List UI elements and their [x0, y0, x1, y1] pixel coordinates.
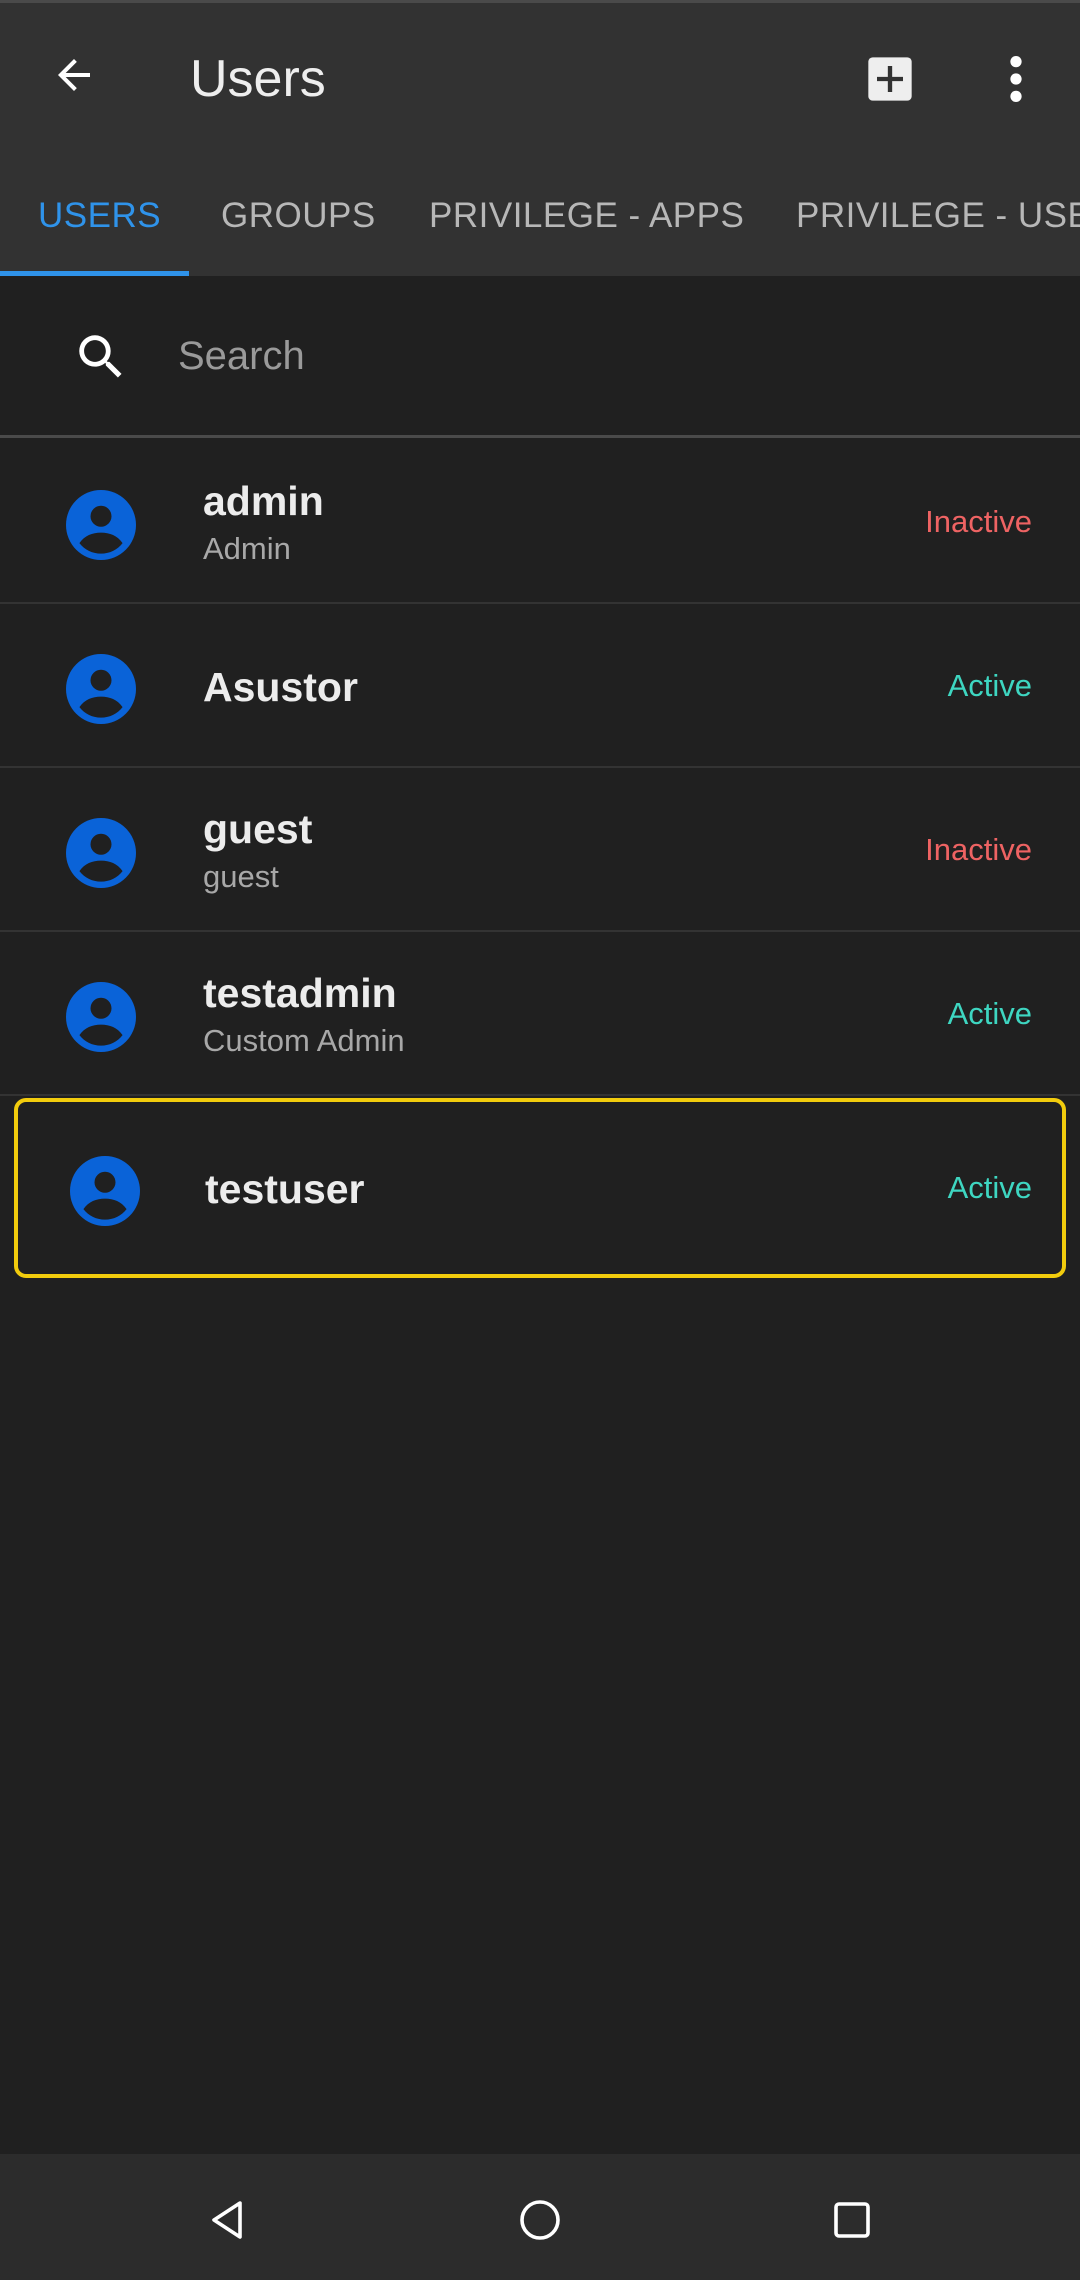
status-badge: Active — [947, 1170, 1032, 1205]
back-button[interactable] — [38, 39, 110, 111]
more-vert-icon — [1010, 56, 1022, 102]
user-name: testadmin — [203, 970, 397, 1016]
add-user-button[interactable] — [854, 43, 926, 115]
list-item[interactable]: guest guest Inactive — [0, 768, 1080, 932]
account-circle-icon — [66, 982, 136, 1052]
user-name: Asustor — [203, 664, 358, 710]
list-item[interactable]: Asustor Active — [0, 604, 1080, 768]
nav-recents-button[interactable] — [812, 2180, 892, 2260]
nav-back-button[interactable] — [188, 2180, 268, 2260]
status-badge: Active — [947, 996, 1032, 1031]
nav-home-button[interactable] — [500, 2180, 580, 2260]
account-circle-icon — [66, 654, 136, 724]
list-item[interactable]: admin Admin Inactive — [0, 440, 1080, 604]
nav-recents-icon — [834, 2202, 870, 2238]
search-input[interactable] — [178, 316, 1038, 396]
page-title: Users — [190, 50, 326, 108]
tab-groups[interactable]: GROUPS — [221, 153, 376, 279]
app-bar: Users USERS GROUPS PRIVILEGE - APPS PRIV… — [0, 0, 1080, 279]
tab-privilege-users[interactable]: PRIVILEGE - USERS — [796, 153, 1080, 279]
user-description: guest — [203, 859, 279, 894]
tab-privilege-apps[interactable]: PRIVILEGE - APPS — [429, 153, 744, 279]
tab-users[interactable]: USERS — [38, 153, 161, 279]
user-name: admin — [203, 478, 324, 524]
status-badge: Active — [947, 668, 1032, 703]
user-name: testuser — [205, 1166, 365, 1212]
search-icon — [79, 335, 122, 378]
nav-back-icon — [212, 2201, 242, 2239]
list-item-highlighted[interactable]: testuser Active — [14, 1098, 1066, 1278]
add-box-icon — [868, 57, 912, 101]
toolbar: Users — [0, 3, 1080, 153]
tab-bar: USERS GROUPS PRIVILEGE - APPS PRIVILEGE … — [0, 153, 1080, 279]
system-navigation-bar — [0, 2154, 1080, 2280]
status-badge: Inactive — [925, 832, 1032, 867]
user-name: guest — [203, 806, 313, 852]
search-bar — [0, 276, 1080, 438]
arrow-left-icon — [58, 59, 90, 91]
status-badge: Inactive — [925, 504, 1032, 539]
more-options-button[interactable] — [980, 43, 1052, 115]
account-circle-icon — [66, 490, 136, 560]
account-circle-icon — [70, 1156, 140, 1226]
user-description: Custom Admin — [203, 1023, 405, 1058]
user-list: admin Admin Inactive Asustor Active gues… — [0, 440, 1080, 1278]
account-circle-icon — [66, 818, 136, 888]
nav-home-icon — [520, 2200, 560, 2240]
user-description: Admin — [203, 531, 291, 566]
list-item[interactable]: testadmin Custom Admin Active — [0, 932, 1080, 1096]
